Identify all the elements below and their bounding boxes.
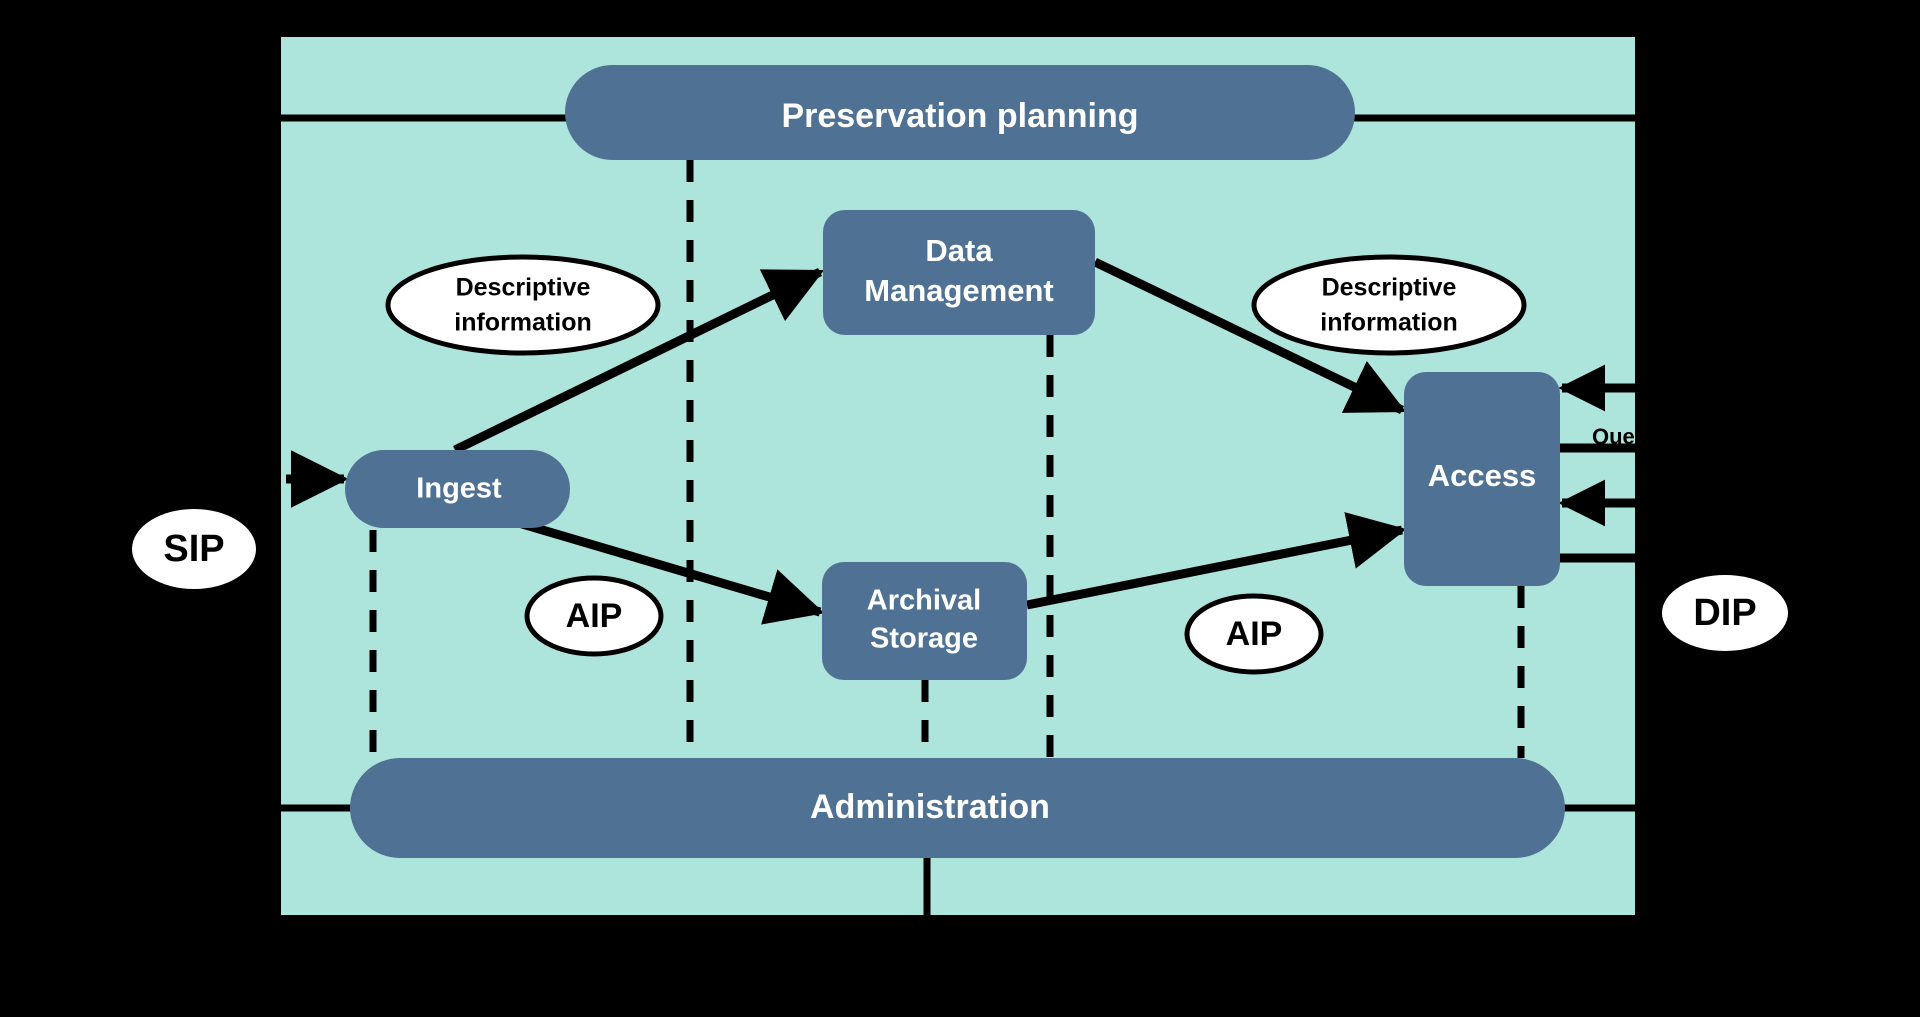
queries-edge-label: Que <box>1592 424 1635 449</box>
flow-label-aip-storage-to-access: AIP <box>1226 615 1283 653</box>
entity-access-label: Access <box>1428 458 1537 493</box>
entity-archival-storage-label-line2: Storage <box>870 623 978 655</box>
package-label-dip: DIP <box>1693 592 1756 634</box>
diagram-canvas: Preservation planning Data Management In… <box>0 0 1920 1017</box>
flow-label-descriptive-information-right-line2: information <box>1320 309 1458 337</box>
flow-label-descriptive-information-left-line1: Descriptive <box>456 274 591 302</box>
entity-ingest-label: Ingest <box>416 473 502 505</box>
entity-data-management-label-line2: Management <box>864 273 1053 308</box>
entity-preservation-planning-label: Preservation planning <box>781 97 1138 135</box>
entity-archival-storage[interactable] <box>822 562 1027 680</box>
package-label-sip: SIP <box>163 528 224 570</box>
entity-archival-storage-label-line1: Archival <box>867 585 981 617</box>
flow-label-descriptive-information-left-line2: information <box>454 309 592 337</box>
entity-administration-label: Administration <box>810 788 1050 826</box>
flow-oval-descriptive-information-right <box>1251 254 1527 356</box>
flow-label-aip-ingest-to-storage: AIP <box>566 597 623 635</box>
entity-data-management-label-line1: Data <box>925 233 993 268</box>
flow-oval-descriptive-information-left <box>385 254 661 356</box>
flow-label-descriptive-information-right-line1: Descriptive <box>1322 274 1457 302</box>
oais-functional-model-diagram: Preservation planning Data Management In… <box>132 37 1788 915</box>
